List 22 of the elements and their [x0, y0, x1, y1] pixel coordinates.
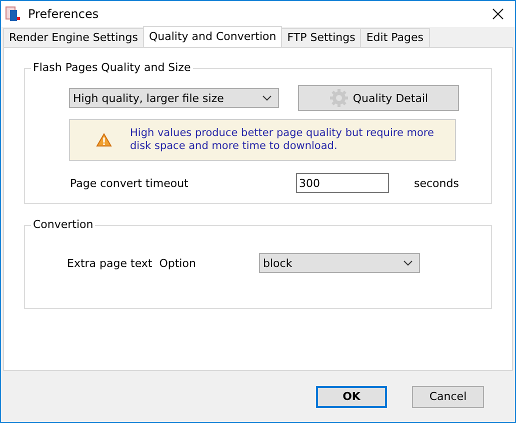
caret-icon	[262, 95, 272, 101]
field-label: Page convert timeout	[70, 176, 190, 190]
notice-text: High values produce better page quality but require more disk space and more time to download.	[130, 127, 435, 153]
field-label: Extra page text Option	[67, 256, 197, 270]
tab[interactable]: Edit Pages	[360, 28, 430, 47]
app-icon	[5, 6, 21, 22]
caret-icon	[403, 260, 413, 266]
ok-button[interactable]: OK	[316, 386, 387, 408]
cancel-button[interactable]: Cancel	[412, 386, 484, 408]
quality-detail-button[interactable]: Quality Detail	[298, 85, 459, 111]
tab[interactable]: Quality and Convertion	[142, 26, 282, 47]
close-icon[interactable]	[492, 8, 504, 20]
gear-icon	[328, 88, 349, 108]
dropdown[interactable]: block	[259, 253, 420, 273]
window-title: Preferences	[28, 7, 100, 21]
warning-icon	[96, 133, 112, 147]
group-title: Convertion	[31, 218, 96, 231]
dropdown[interactable]: High quality, larger file size	[69, 88, 279, 108]
tab[interactable]: Render Engine Settings	[3, 28, 144, 47]
group-title: Flash Pages Quality and Size	[31, 61, 193, 74]
unit-label: seconds	[414, 176, 459, 190]
timeout-field[interactable]: 300	[296, 173, 389, 193]
